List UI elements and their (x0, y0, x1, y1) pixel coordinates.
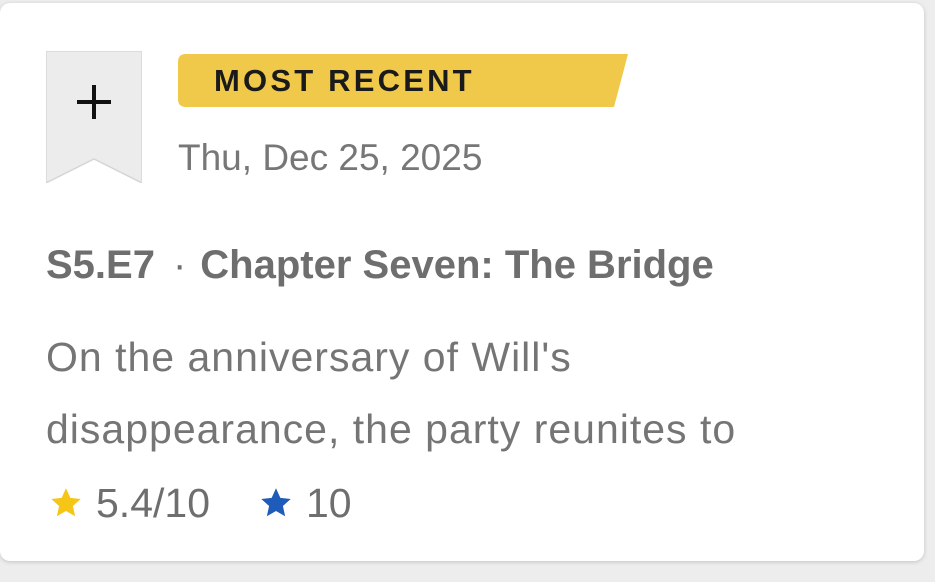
add-to-watchlist-button[interactable] (46, 51, 142, 183)
star-icon (48, 485, 84, 521)
imdb-rating-value: 5.4/10 (96, 479, 210, 526)
episode-card[interactable]: MOST RECENT Thu, Dec 25, 2025 S5.E7 · Chap… (0, 3, 924, 561)
badge-label: MOST RECENT (214, 63, 475, 98)
ratings-row: 5.4/10 10 (48, 475, 352, 531)
user-rating-value: 10 (306, 479, 352, 526)
rate-button[interactable]: 10 (258, 480, 352, 527)
description-line: disappearance, the party reunites to (46, 406, 737, 452)
plus-icon (46, 79, 142, 125)
description-line: On the anniversary of Will's (46, 334, 572, 380)
episode-title-link[interactable]: S5.E7 · Chapter Seven: The Bridge (46, 243, 714, 288)
user-rating-star-icon (258, 485, 294, 521)
episode-code: S5.E7 (46, 243, 155, 287)
most-recent-badge: MOST RECENT (178, 54, 628, 107)
air-date: Thu, Dec 25, 2025 (178, 137, 483, 178)
separator-dot: · (172, 243, 187, 287)
episode-description: On the anniversary of Will's disappearan… (46, 321, 886, 465)
episode-title: Chapter Seven: The Bridge (200, 243, 714, 287)
